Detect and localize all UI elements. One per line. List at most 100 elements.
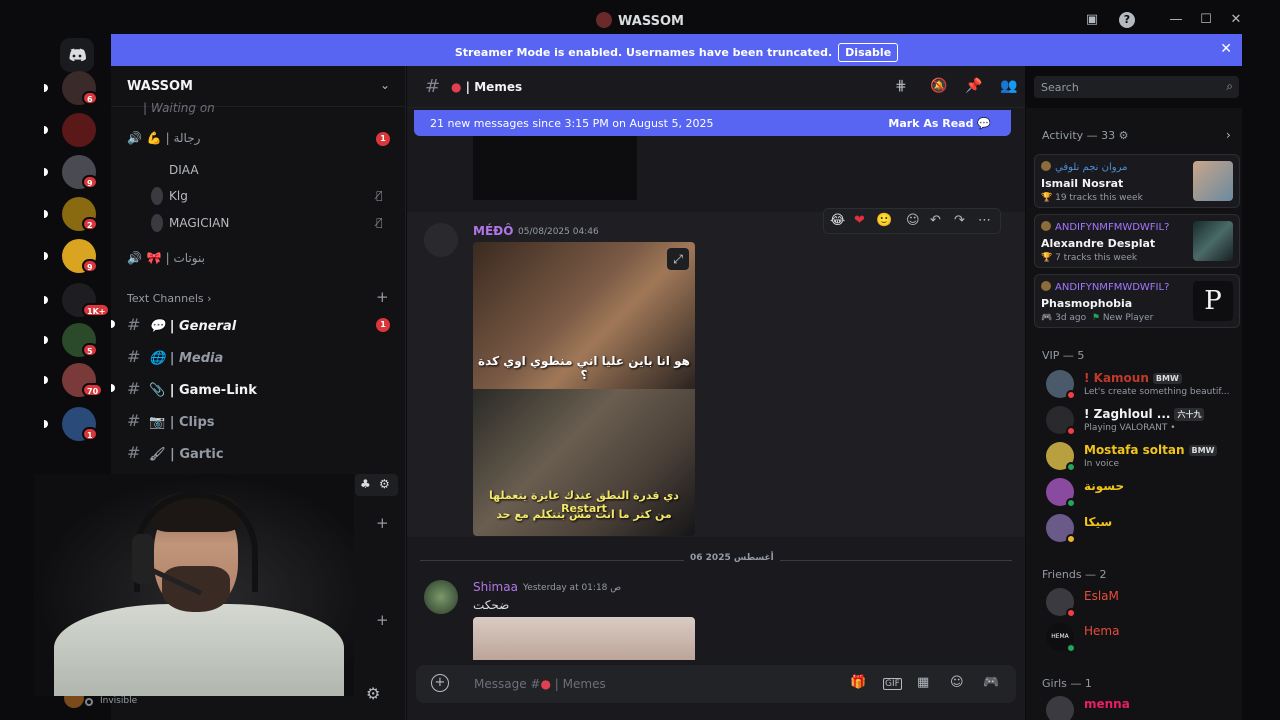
maximize-button[interactable]: ☐	[1197, 11, 1215, 29]
chat-header: # ● | Memes ⋕ 🔕 📌 👥	[407, 66, 1025, 108]
pin-icon[interactable]: 📌	[965, 78, 982, 94]
previous-image[interactable]	[473, 136, 637, 200]
mention-badge: 5	[82, 343, 98, 357]
member-item[interactable]: HEMA Hema	[1034, 619, 1240, 655]
channel-clips[interactable]: # 📷 | Clips	[127, 411, 215, 430]
member-item[interactable]: Mostafa soltan BMW In voice	[1034, 438, 1240, 474]
heart-reaction-icon[interactable]: ❤	[854, 213, 865, 228]
voice-user[interactable]: MAGICIAN	[151, 214, 229, 232]
message-list[interactable]: 21 new messages since 3:15 PM on August …	[407, 108, 1025, 660]
member-item[interactable]: حسونة	[1034, 474, 1240, 510]
voice-channel-banotat[interactable]: 🔊 🎀 | بنوتات	[127, 251, 205, 265]
search-input[interactable]: Search ⌕	[1034, 76, 1239, 98]
meme-image[interactable]: هو انا باين عليا اني منطوي اوي كدة ؟ دي …	[473, 242, 695, 536]
avatar[interactable]	[424, 580, 458, 614]
avatar[interactable]	[424, 223, 458, 257]
disable-button[interactable]: Disable	[838, 43, 899, 62]
voice-user[interactable]: DIAA	[151, 161, 199, 179]
activity-user: مروان نجم نلوفي	[1041, 161, 1127, 173]
unread-indicator	[44, 336, 48, 344]
hash-icon: #	[127, 411, 141, 430]
voice-user[interactable]: Klg	[151, 187, 188, 205]
add-channel-button[interactable]: +	[376, 514, 389, 532]
inbox-icon[interactable]: ▣	[1083, 11, 1101, 29]
new-player-icon: ⚑	[1091, 313, 1100, 323]
close-window-button[interactable]: ✕	[1227, 11, 1245, 29]
gif-icon[interactable]: GIF	[883, 678, 902, 690]
friends-header: Friends — 2	[1042, 568, 1107, 581]
activity-card[interactable]: ANDIFYNMFMWDWFIL? Alexandre Desplat 🏆 7 …	[1034, 214, 1240, 268]
soundboard-icon[interactable]: ♣	[360, 477, 371, 491]
message-input[interactable]: + Message #● | Memes 🎁 GIF ▦ ☺ 🎮	[416, 665, 1016, 703]
chevron-right-icon[interactable]: ›	[1226, 128, 1231, 142]
member-item[interactable]: menna	[1034, 692, 1240, 720]
add-attachment-button[interactable]: +	[431, 674, 449, 692]
category-text-channels[interactable]: Text Channels ›	[127, 292, 212, 305]
notification-bell-icon[interactable]: 🔕	[930, 78, 947, 94]
minimize-button[interactable]: —	[1167, 11, 1185, 29]
help-icon[interactable]: ?	[1119, 12, 1135, 28]
member-item[interactable]: سيكا	[1034, 510, 1240, 546]
forward-icon[interactable]: ↷	[954, 213, 965, 228]
add-channel-button[interactable]: +	[376, 611, 389, 629]
message-image[interactable]	[473, 617, 695, 660]
add-reaction-icon[interactable]: ☺	[906, 213, 920, 228]
voice-channel-rigala[interactable]: 🔊 💪 | رجالة	[127, 131, 200, 145]
server-icon[interactable]	[62, 113, 96, 147]
member-name: ! Zaghloul ... 六十九	[1084, 407, 1205, 421]
activity-card[interactable]: ANDIFYNMFMWDWFIL? Phasmophobia 🎮 3d ago …	[1034, 274, 1240, 328]
muted-mic-icon: 🎙̸	[376, 189, 383, 202]
unread-indicator	[44, 84, 48, 92]
gift-icon[interactable]: 🎁	[850, 675, 866, 690]
activity-thumbnail	[1193, 221, 1233, 261]
activity-sub-text: 19 tracks this week	[1055, 193, 1143, 203]
message-placeholder: Message #● | Memes	[474, 677, 606, 691]
activity-sub: 🎮 3d ago ⚑ New Player	[1041, 313, 1153, 323]
mark-as-read-button[interactable]: Mark As Read 💬	[888, 117, 991, 130]
message-author[interactable]: Shimaa	[473, 580, 518, 594]
search-placeholder: Search	[1041, 81, 1079, 94]
camera-icon: 📷	[149, 415, 166, 430]
smile-reaction-icon[interactable]: 🙂	[876, 213, 892, 228]
reply-icon[interactable]: ↶	[930, 213, 941, 228]
channel-media[interactable]: # 🌐 | Media	[127, 347, 223, 366]
laugh-reaction-icon[interactable]: 😂	[830, 213, 845, 228]
close-icon[interactable]: ✕	[1220, 41, 1232, 57]
activity-card[interactable]: مروان نجم نلوفي Ismail Nosrat 🏆 19 track…	[1034, 154, 1240, 208]
sticker-icon[interactable]: ▦	[917, 675, 929, 690]
member-list-icon[interactable]: 👥	[1000, 78, 1017, 94]
mention-badge: 2	[82, 217, 98, 231]
avatar	[151, 187, 163, 205]
channel-general[interactable]: # 💬 | General	[127, 315, 236, 334]
emoji-icon[interactable]: ☺	[950, 675, 964, 690]
activities-icon[interactable]: 🎮	[983, 675, 999, 690]
status-dot	[1066, 462, 1076, 472]
streamer-mode-banner: Streamer Mode is enabled. Usernames have…	[111, 34, 1242, 66]
unread-indicator	[111, 384, 115, 392]
more-icon[interactable]: ⋯	[978, 213, 991, 228]
channel-gartic[interactable]: # 🖌 | Gartic	[127, 443, 224, 462]
member-item[interactable]: ! Kamoun BMW Let's create something beauti…	[1034, 366, 1240, 402]
guild-tag: BMW	[1188, 445, 1218, 456]
unread-indicator	[44, 420, 48, 428]
mention-badge: 1K+	[82, 303, 111, 317]
trophy-icon: 🏆	[1041, 193, 1053, 203]
message-author[interactable]: MÉĐÔ	[473, 224, 513, 238]
member-item[interactable]: ! Zaghloul ... 六十九 Playing VALORANT •	[1034, 402, 1240, 438]
date-divider: 06 أغسطس 2025	[420, 553, 1012, 563]
gear-icon[interactable]: ⚙	[366, 684, 380, 703]
gear-icon[interactable]: ⚙	[379, 477, 390, 491]
voice-channel-label: | بنوتات	[165, 251, 205, 265]
status-dot	[85, 698, 93, 706]
voice-channel-partial[interactable]: | Waiting on	[127, 101, 215, 115]
add-channel-button[interactable]: +	[376, 288, 389, 306]
member-item[interactable]: EslaM	[1034, 584, 1240, 620]
activity-sub: 🏆 19 tracks this week	[1041, 193, 1143, 203]
activity-user: ANDIFYNMFMWDWFIL?	[1041, 281, 1169, 293]
paperclip-icon: 📎	[149, 383, 166, 398]
expand-icon[interactable]: ⤢	[667, 248, 689, 270]
new-messages-bar[interactable]: 21 new messages since 3:15 PM on August …	[414, 110, 1011, 136]
channel-game-link[interactable]: # 📎 | Game-Link	[127, 379, 257, 398]
gear-icon[interactable]: ⚙	[1119, 129, 1129, 142]
threads-icon[interactable]: ⋕	[895, 78, 907, 94]
